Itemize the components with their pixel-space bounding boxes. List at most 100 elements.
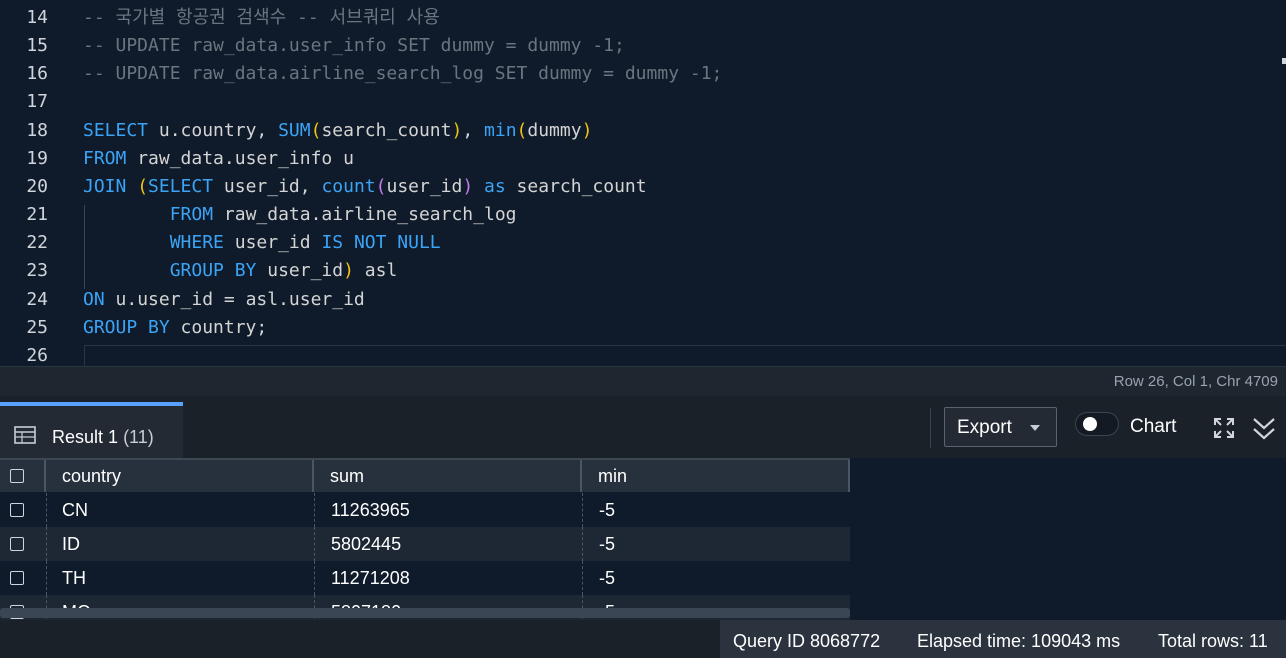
code-line[interactable]: 19 FROM raw_data.user_info u <box>0 145 1286 173</box>
cell-sum[interactable]: 11271208 <box>331 561 410 595</box>
line-number: 24 <box>26 289 48 310</box>
code-text: -- UPDATE raw_data.airline_search_log SE… <box>83 60 722 88</box>
line-number: 20 <box>26 176 48 197</box>
row-select-cell <box>0 527 47 561</box>
line-number: 23 <box>26 260 48 281</box>
code-token: user_id <box>386 176 463 197</box>
cell-sum[interactable]: 11263965 <box>331 493 410 527</box>
code-line[interactable]: 16 -- UPDATE raw_data.airline_search_log … <box>0 60 1286 88</box>
scrollbar-marker[interactable] <box>1282 58 1286 64</box>
results-footer: Query ID 8068772 Elapsed time: 109043 ms… <box>0 620 1286 658</box>
code-token: user_id, <box>213 176 322 197</box>
code-token: SUM <box>278 120 311 141</box>
code-text: FROM raw_data.user_info u <box>83 145 354 173</box>
code-token: SELECT <box>148 176 214 197</box>
horizontal-scrollbar[interactable] <box>0 608 850 618</box>
table-icon <box>14 426 36 444</box>
code-token: ON <box>83 289 105 310</box>
code-token: FROM <box>83 148 127 169</box>
line-number: 17 <box>26 91 48 112</box>
results-toolbar: Result 1 (11) Export Chart <box>0 396 1286 458</box>
export-label: Export <box>957 417 1012 438</box>
code-token: search_count <box>321 120 452 141</box>
line-number: 16 <box>26 63 48 84</box>
line-number: 19 <box>26 148 48 169</box>
code-token: ) <box>462 176 474 197</box>
column-header-country[interactable]: country <box>46 460 314 492</box>
code-token: ( <box>310 120 322 141</box>
code-text: GROUP BY user_id) asl <box>83 257 398 285</box>
code-token: GROUP BY <box>83 317 170 338</box>
code-line[interactable]: 15 -- UPDATE raw_data.user_info SET dummy… <box>0 32 1286 60</box>
code-token: FROM <box>169 204 214 225</box>
table-row[interactable]: ID 5802445 -5 <box>0 527 850 561</box>
column-separator <box>314 561 315 595</box>
code-token: raw_data.airline_search_log <box>213 204 517 225</box>
current-line-highlight <box>84 345 1286 366</box>
code-line[interactable]: 17 <box>0 88 1286 116</box>
code-text: -- UPDATE raw_data.user_info SET dummy =… <box>83 32 625 60</box>
code-text: JOIN (SELECT user_id, count(user_id) as … <box>83 173 647 201</box>
results-grid: country sum min CN 11263965 -5 ID 5802445 -5 T… <box>0 458 1286 620</box>
cell-min[interactable]: -5 <box>599 527 615 561</box>
code-token: asl <box>353 260 398 281</box>
sql-editor[interactable]: 14 -- 국가별 항공권 검색수 -- 서브쿼리 사용 15 -- UPDATE r… <box>0 0 1286 366</box>
code-token: raw_data.user_info u <box>126 148 354 169</box>
row-checkbox[interactable] <box>10 571 24 585</box>
code-token: , <box>462 120 485 141</box>
code-line[interactable]: 21 FROM raw_data.airline_search_log <box>0 201 1286 229</box>
line-number: 26 <box>26 345 48 366</box>
column-separator <box>314 493 315 527</box>
code-token: ( <box>516 120 528 141</box>
code-token: ) <box>451 120 463 141</box>
column-header-min[interactable]: min <box>582 460 850 492</box>
row-checkbox[interactable] <box>10 503 24 517</box>
export-button[interactable]: Export <box>944 407 1057 447</box>
code-line[interactable]: 25 GROUP BY country; <box>0 314 1286 342</box>
code-token: as <box>484 176 506 197</box>
table-row[interactable]: CN 11263965 -5 <box>0 493 850 527</box>
code-token: user_id <box>223 232 322 253</box>
line-number: 15 <box>26 35 48 56</box>
code-line[interactable]: 14 -- 국가별 항공권 검색수 -- 서브쿼리 사용 <box>0 4 1286 32</box>
grid-header: country sum min <box>0 458 850 492</box>
editor-status-bar: Row 26, Col 1, Chr 4709 <box>0 366 1286 397</box>
chart-toggle[interactable] <box>1075 412 1119 436</box>
code-line[interactable]: 24 ON u.user_id = asl.user_id <box>0 286 1286 314</box>
column-separator <box>314 527 315 561</box>
row-select-cell <box>0 493 47 527</box>
code-token: dummy <box>527 120 582 141</box>
indent-guide <box>84 205 85 289</box>
row-select-cell <box>0 561 47 595</box>
table-row[interactable]: TH 11271208 -5 <box>0 561 850 595</box>
double-chevron-down-icon[interactable] <box>1252 416 1276 442</box>
code-token: u.country, <box>148 120 279 141</box>
code-line[interactable]: 23 GROUP BY user_id) asl <box>0 257 1286 285</box>
cell-min[interactable]: -5 <box>599 561 615 595</box>
caret-down-icon <box>1030 425 1040 431</box>
cell-min[interactable]: -5 <box>599 493 615 527</box>
code-line[interactable]: 20 JOIN (SELECT user_id, count(user_id) a… <box>0 173 1286 201</box>
cell-country[interactable]: ID <box>62 527 80 561</box>
code-line[interactable]: 18 SELECT u.country, SUM(search_count), m… <box>0 117 1286 145</box>
code-text: FROM raw_data.airline_search_log <box>83 201 517 229</box>
header-select-cell <box>0 460 46 492</box>
code-line[interactable]: 22 WHERE user_id IS NOT NULL <box>0 229 1286 257</box>
code-token: WHERE <box>169 232 224 253</box>
select-all-checkbox[interactable] <box>10 469 24 483</box>
expand-icon[interactable] <box>1212 416 1236 440</box>
cell-sum[interactable]: 5802445 <box>331 527 401 561</box>
row-checkbox[interactable] <box>10 537 24 551</box>
code-token: -- UPDATE raw_data.airline_search_log SE… <box>83 63 723 84</box>
column-header-sum[interactable]: sum <box>314 460 582 492</box>
tab-result-1[interactable]: Result 1 (11) <box>0 402 183 458</box>
code-token: search_count <box>505 176 647 197</box>
cursor-position: Row 26, Col 1, Chr 4709 <box>1113 373 1278 390</box>
code-text: GROUP BY country; <box>83 314 267 342</box>
cell-country[interactable]: CN <box>62 493 88 527</box>
cell-country[interactable]: TH <box>62 561 86 595</box>
column-separator <box>582 493 583 527</box>
